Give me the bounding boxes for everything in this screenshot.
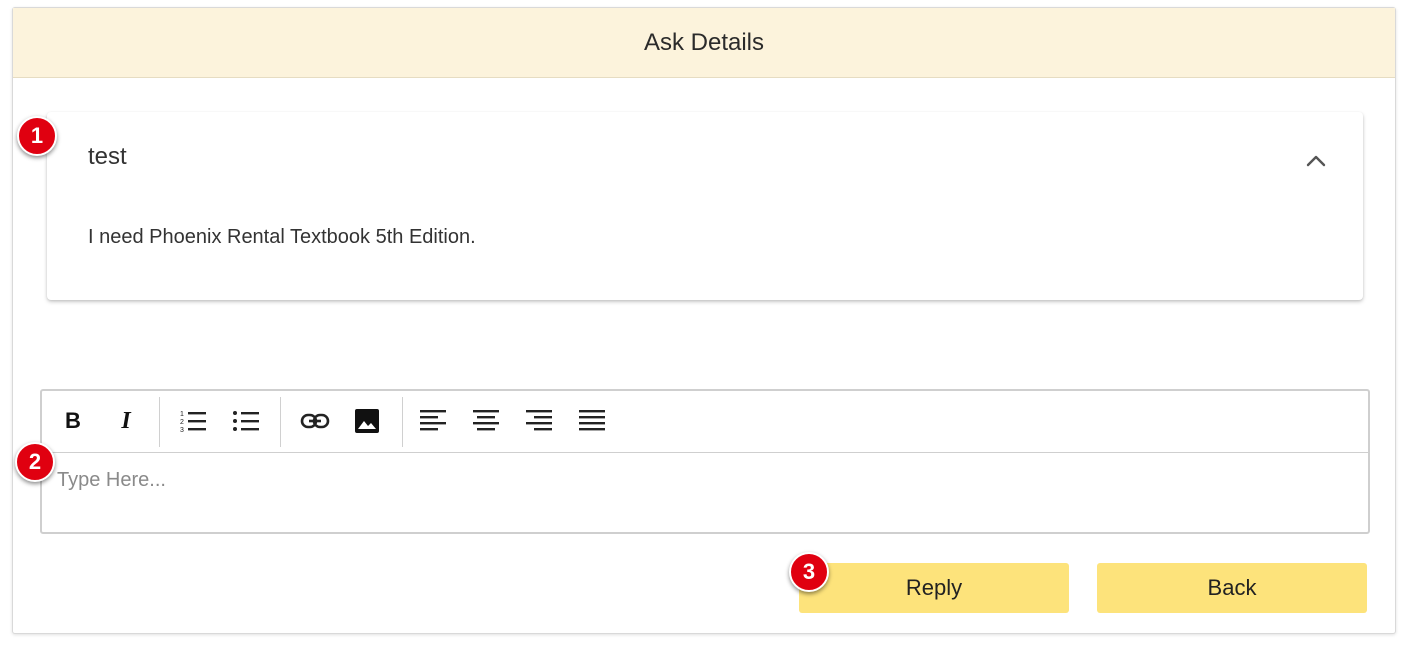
image-icon <box>355 409 379 433</box>
reply-editor: B I 1 2 3 <box>40 389 1370 534</box>
bullet-list-icon <box>233 411 259 431</box>
svg-text:3: 3 <box>180 427 184 434</box>
link-icon <box>300 413 330 429</box>
ordered-list-icon: 1 2 3 <box>180 411 206 434</box>
question-card: test I need Phoenix Rental Textbook 5th … <box>47 112 1363 300</box>
annotation-marker-2: 2 <box>15 442 55 482</box>
chevron-up-icon[interactable] <box>1303 150 1329 170</box>
italic-button[interactable]: I <box>109 405 143 437</box>
reply-text-input[interactable] <box>42 453 1368 531</box>
ordered-list-button[interactable]: 1 2 3 <box>176 405 210 437</box>
reply-button[interactable]: Reply <box>799 563 1069 613</box>
align-center-button[interactable] <box>469 405 503 437</box>
editor-toolbar: B I 1 2 3 <box>42 391 1368 453</box>
italic-icon: I <box>121 407 131 434</box>
svg-text:2: 2 <box>180 419 184 426</box>
align-justify-icon <box>579 410 605 431</box>
question-body: I need Phoenix Rental Textbook 5th Editi… <box>88 226 476 248</box>
svg-text:1: 1 <box>180 411 184 418</box>
annotation-marker-3: 3 <box>789 552 829 592</box>
toolbar-divider <box>159 397 160 447</box>
align-left-button[interactable] <box>416 405 450 437</box>
toolbar-divider <box>402 397 403 447</box>
bold-icon: B <box>65 408 81 433</box>
align-center-icon <box>473 410 499 431</box>
align-right-icon <box>526 410 552 431</box>
align-right-button[interactable] <box>522 405 556 437</box>
panel-header: Ask Details <box>13 8 1395 78</box>
question-title: test <box>88 143 127 170</box>
align-justify-button[interactable] <box>575 405 609 437</box>
image-button[interactable] <box>350 405 384 437</box>
annotation-marker-1: 1 <box>17 116 57 156</box>
bold-button[interactable]: B <box>56 405 90 437</box>
back-button[interactable]: Back <box>1097 563 1367 613</box>
ask-details-panel: Ask Details test I need Phoenix Rental T… <box>12 7 1396 634</box>
align-left-icon <box>420 410 446 431</box>
page-title: Ask Details <box>643 28 765 56</box>
toolbar-divider <box>280 397 281 447</box>
link-button[interactable] <box>298 405 332 437</box>
bullet-list-button[interactable] <box>229 405 263 437</box>
